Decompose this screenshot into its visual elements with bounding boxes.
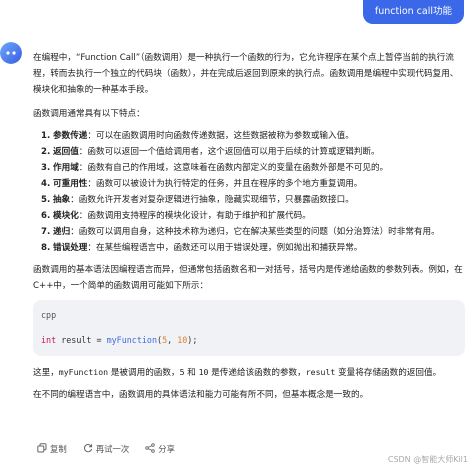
share-button[interactable]: 分享 — [145, 443, 175, 455]
closing-paragraph: 在不同的编程语言中，函数调用的具体语法和能力可能有所不同，但基本概念是一致的。 — [33, 390, 369, 400]
copy-icon — [37, 443, 47, 455]
inline-code: result — [305, 367, 336, 377]
inline-code: myFunction — [58, 367, 109, 377]
share-label: 分享 — [158, 444, 175, 454]
regenerate-label: 再试一次 — [95, 444, 130, 454]
inline-code: 5 — [179, 367, 185, 377]
copy-label: 复制 — [50, 444, 67, 454]
regenerate-button[interactable]: 再试一次 — [83, 443, 130, 455]
list-item: 3. 作用域：函数有自己的作用域，这意味着在函数内部定义的变量在函数外部是不可见的… — [41, 163, 389, 173]
code-line: int result = myFunction(5, 10); — [41, 335, 198, 345]
assistant-response: 在编程中，“Function Call”（函数调用）是一种执行一个函数的行为，它… — [33, 50, 465, 409]
user-message-text: function call功能 — [374, 6, 452, 17]
syntax-paragraph: 函数调用的基本语法因编程语言而异，但通常包括函数名和一对括号，括号内是传递给函数… — [33, 265, 463, 291]
list-item: 2. 返回值：函数可以返回一个值给调用者，这个返回值可以用于后续的计算或逻辑判断。 — [41, 147, 380, 157]
feature-list: 1. 参数传递：可以在函数调用时向函数传递数据，这些数据被称为参数或输入值。 2.… — [33, 128, 465, 256]
list-item: 6. 模块化：函数调用支持程序的模块化设计，有助于维护和扩展代码。 — [41, 211, 311, 221]
list-item: 8. 错误处理：在某些编程语言中，函数还可以用于错误处理，例如抛出和捕获异常。 — [41, 243, 363, 253]
code-variable: result — [61, 335, 92, 345]
share-icon — [145, 443, 155, 455]
code-type: int — [41, 335, 57, 345]
list-lead: 函数调用通常具有以下特点： — [33, 109, 145, 119]
explain-paragraph: 这里，myFunction 是被调用的函数，5 和 10 是传递给该函数的参数，… — [33, 367, 442, 378]
list-item: 5. 抽象：函数允许开发者对复杂逻辑进行抽象，隐藏实现细节，只暴露函数接口。 — [41, 195, 354, 205]
code-language-label: cpp — [41, 310, 57, 320]
list-item: 7. 递归：函数可以调用自身，这种技术称为递归，它在解决某些类型的问题（如分治算法… — [41, 227, 440, 237]
intro-paragraph: 在编程中，“Function Call”（函数调用）是一种执行一个函数的行为，它… — [33, 53, 459, 95]
code-arg: 10 — [177, 335, 188, 345]
copy-button[interactable]: 复制 — [37, 443, 67, 455]
inline-code: 10 — [198, 367, 209, 377]
user-message-bubble: function call功能 — [362, 0, 464, 24]
assistant-avatar-icon — [0, 42, 22, 64]
refresh-icon — [83, 443, 93, 455]
message-actions: 复制 再试一次 分享 — [37, 443, 175, 455]
watermark: CSDN @智能大师Kil1 — [387, 455, 468, 464]
code-block[interactable]: cpp int result = myFunction(5, 10); — [33, 300, 465, 356]
list-item: 4. 可重用性：函数可以被设计为执行特定的任务，并且在程序的多个地方重复调用。 — [41, 179, 363, 189]
code-function-name: myFunction — [106, 335, 158, 345]
list-item: 1. 参数传递：可以在函数调用时向函数传递数据，这些数据被称为参数或输入值。 — [41, 131, 354, 141]
code-operator: = — [96, 335, 102, 345]
